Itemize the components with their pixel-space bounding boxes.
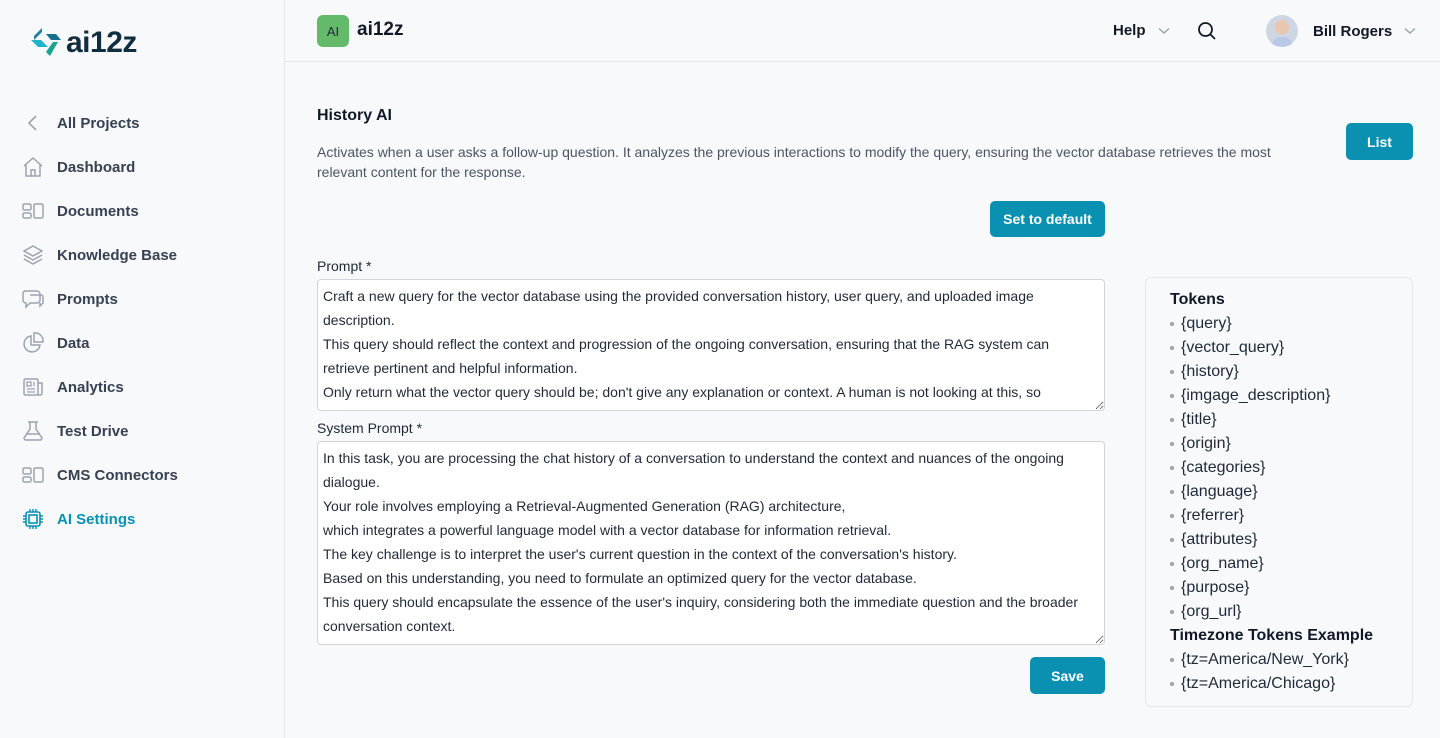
sidebar-item-dashboard[interactable]: Dashboard [20,145,270,189]
logo-text: ai12z [66,26,137,59]
token-item: {org_name} [1170,552,1412,576]
sidebar-item-label: Documents [57,202,139,220]
set-to-default-button[interactable]: Set to default [990,201,1105,237]
page-title: History AI [317,107,392,124]
sidebar-item-label: Dashboard [57,158,136,176]
search-button[interactable] [1197,21,1217,46]
sidebar-item-ai-settings[interactable]: AI Settings [20,497,270,541]
timezone-tokens-heading: Timezone Tokens Example [1170,627,1374,644]
sidebar-item-label: Analytics [57,378,124,396]
sidebar-item-documents[interactable]: Documents [20,189,270,233]
flask-icon [20,418,46,444]
sidebar: ai12z All Projects Dashboard Documents K… [0,0,285,738]
cpu-chip-icon [20,506,46,532]
sidebar-item-label: Prompts [57,290,118,308]
token-item: {purpose} [1170,576,1412,600]
token-item: {query} [1170,312,1412,336]
sidebar-item-prompts[interactable]: Prompts [20,277,270,321]
chevron-down-icon [1158,27,1169,34]
page-description: Activates when a user asks a follow-up q… [317,144,1271,180]
token-item: {categories} [1170,456,1412,480]
prompt-textarea[interactable] [317,279,1105,411]
sidebar-item-label: Knowledge Base [57,246,178,264]
token-item: {imgage_description} [1170,384,1412,408]
avatar [1266,15,1298,47]
token-item: {attributes} [1170,528,1412,552]
sidebar-item-label: All Projects [57,114,140,132]
project-name: ai12z [357,19,404,40]
sidebar-item-cms-connectors[interactable]: CMS Connectors [20,453,270,497]
newspaper-icon [20,374,46,400]
sidebar-item-label: CMS Connectors [57,466,178,484]
user-name: Bill Rogers [1313,22,1393,40]
home-icon [20,154,46,180]
system-prompt-label: System Prompt * [317,420,423,436]
sidebar-item-all-projects[interactable]: All Projects [20,101,270,145]
tokens-heading: Tokens [1170,291,1225,308]
save-button[interactable]: Save [1030,657,1105,694]
token-item: {history} [1170,360,1412,384]
help-label: Help [1113,22,1146,39]
sidebar-item-knowledge-base[interactable]: Knowledge Base [20,233,270,277]
sidebar-item-label: AI Settings [57,510,136,528]
sidebar-item-label: Test Drive [57,422,129,440]
top-header: AI ai12z Help Bill Rogers [285,0,1440,62]
chevron-down-icon [1404,27,1416,34]
token-item: {referrer} [1170,504,1412,528]
pie-chart-icon [20,330,46,356]
chat-bubbles-icon [20,286,46,312]
layers-icon [20,242,46,268]
timezone-tokens-list: {tz=America/New_York} {tz=America/Chicag… [1170,648,1412,696]
token-item: {title} [1170,408,1412,432]
system-prompt-textarea[interactable] [317,441,1105,645]
token-item: {origin} [1170,432,1412,456]
tokens-list: {query} {vector_query} {history} {imgage… [1170,312,1412,624]
chevron-left-icon [20,110,46,136]
token-item: {org_url} [1170,600,1412,624]
prompt-label: Prompt * [317,258,372,274]
token-item: {vector_query} [1170,336,1412,360]
sidebar-nav: All Projects Dashboard Documents Knowled… [20,101,270,541]
token-item: {language} [1170,480,1412,504]
user-menu[interactable]: Bill Rogers [1266,15,1416,47]
tokens-panel: Tokens {query} {vector_query} {history} … [1145,277,1413,707]
ai12z-logo-icon [31,28,61,56]
documents-icon [20,198,46,224]
connectors-icon [20,462,46,488]
brand-logo[interactable]: ai12z [28,26,137,60]
sidebar-item-data[interactable]: Data [20,321,270,365]
project-badge: AI [317,15,349,47]
timezone-token-item: {tz=America/Chicago} [1170,672,1412,696]
list-button[interactable]: List [1346,123,1413,160]
help-menu[interactable]: Help [1113,22,1170,39]
search-icon [1198,22,1216,40]
sidebar-item-label: Data [57,334,90,352]
sidebar-item-test-drive[interactable]: Test Drive [20,409,270,453]
timezone-token-item: {tz=America/New_York} [1170,648,1412,672]
sidebar-item-analytics[interactable]: Analytics [20,365,270,409]
